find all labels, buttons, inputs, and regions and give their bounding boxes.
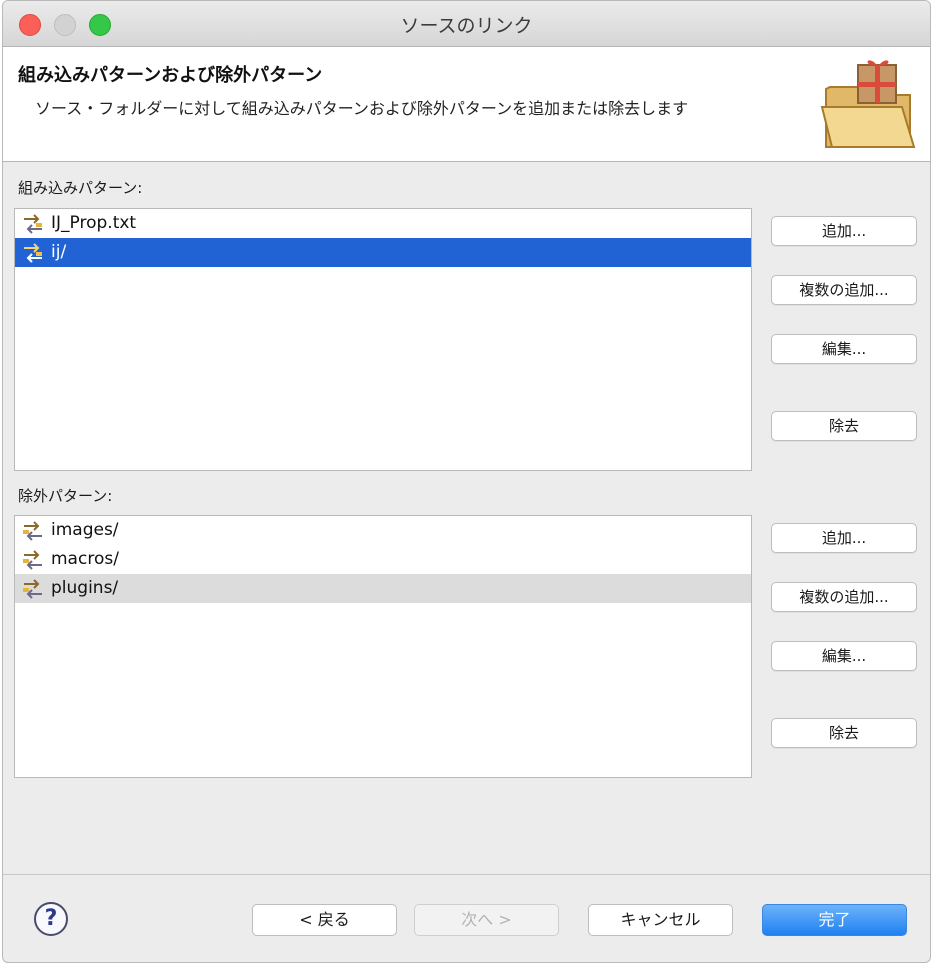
inclusion-edit-button[interactable]: 編集...: [771, 334, 917, 364]
list-item[interactable]: macros/: [15, 545, 751, 574]
folder-package-icon: [820, 60, 916, 148]
inclusion-pattern-icon: [24, 243, 42, 263]
header-title: 組み込みパターンおよび除外パターン: [18, 65, 323, 86]
inclusion-remove-button[interactable]: 除去: [771, 411, 917, 441]
window-title: ソースのリンク: [400, 15, 533, 37]
exclusion-pattern-icon: [23, 521, 42, 541]
inclusion-add-button[interactable]: 追加...: [771, 216, 917, 246]
inclusion-patterns-label: 組み込みパターン:: [18, 179, 143, 197]
exclusion-add-multiple-button[interactable]: 複数の追加...: [771, 582, 917, 612]
finish-button[interactable]: 完了: [762, 904, 907, 936]
cancel-button[interactable]: キャンセル: [588, 904, 733, 936]
header-description: ソース・フォルダーに対して組み込みパターンおよび除外パターンを追加または除去しま…: [35, 99, 689, 118]
exclusion-patterns-list[interactable]: images/ macros/ plugins/: [14, 515, 752, 778]
exclusion-pattern-icon: [23, 579, 42, 599]
exclusion-add-button[interactable]: 追加...: [771, 523, 917, 553]
list-item[interactable]: IJ_Prop.txt: [15, 209, 751, 238]
inclusion-add-multiple-button[interactable]: 複数の追加...: [771, 275, 917, 305]
exclusion-patterns-label: 除外パターン:: [18, 487, 113, 505]
wizard-header: 組み込みパターンおよび除外パターン ソース・フォルダーに対して組み込みパターンお…: [3, 47, 930, 162]
list-item-highlighted[interactable]: plugins/: [15, 574, 751, 603]
exclusion-edit-button[interactable]: 編集...: [771, 641, 917, 671]
back-button[interactable]: < 戻る: [252, 904, 397, 936]
next-button[interactable]: 次へ >: [414, 904, 559, 936]
help-icon[interactable]: ?: [34, 902, 68, 936]
footer-divider: [3, 874, 930, 875]
inclusion-patterns-list[interactable]: IJ_Prop.txt ij/: [14, 208, 752, 471]
list-item[interactable]: images/: [15, 516, 751, 545]
inclusion-pattern-icon: [24, 214, 42, 234]
list-item-selected[interactable]: ij/: [15, 238, 751, 267]
exclusion-remove-button[interactable]: 除去: [771, 718, 917, 748]
dialog-window: ソースのリンク 組み込みパターンおよび除外パターン ソース・フォルダーに対して組…: [2, 0, 931, 963]
exclusion-pattern-icon: [23, 550, 42, 570]
title-bar: ソースのリンク: [3, 1, 930, 47]
